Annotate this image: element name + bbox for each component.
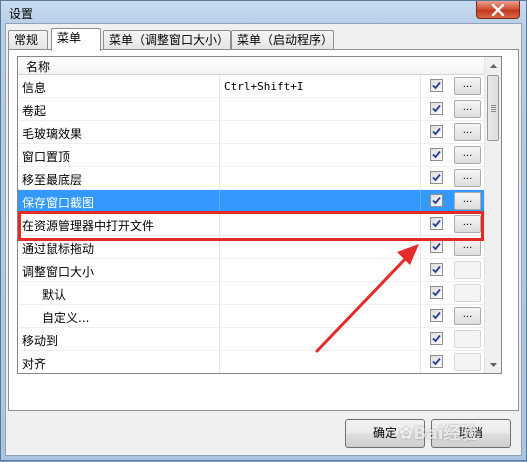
item-options-button[interactable]: ...: [454, 238, 481, 256]
item-options-button[interactable]: ...: [454, 353, 481, 371]
list-item[interactable]: 移至最底层...: [18, 167, 484, 190]
checkmark-icon: [432, 196, 441, 205]
checkmark-icon: [432, 242, 441, 251]
checkmark-icon: [432, 288, 441, 297]
item-enabled-checkbox[interactable]: [430, 217, 443, 230]
tab-menu[interactable]: 菜单: [51, 28, 101, 51]
cancel-button[interactable]: 取消: [431, 419, 511, 448]
item-enabled-checkbox[interactable]: [430, 102, 443, 115]
item-options-button[interactable]: ...: [454, 261, 481, 279]
close-button[interactable]: [476, 1, 520, 19]
list-item[interactable]: 毛玻璃效果...: [18, 121, 484, 144]
list-item[interactable]: 信息 Ctrl+Shift+I...: [18, 75, 484, 98]
item-name: 窗口置顶: [22, 150, 71, 164]
scroll-up-button[interactable]: [485, 57, 501, 74]
arrow-up-icon: [490, 63, 497, 68]
window-title: 设置: [9, 7, 34, 21]
item-name: 对齐: [22, 357, 47, 371]
item-enabled-checkbox[interactable]: [430, 79, 443, 92]
checkmark-icon: [432, 219, 441, 228]
item-options-button[interactable]: ...: [454, 146, 481, 164]
item-enabled-checkbox[interactable]: [430, 263, 443, 276]
item-name: 默认: [42, 288, 67, 302]
checkmark-icon: [432, 173, 441, 182]
item-options-button[interactable]: ...: [454, 192, 481, 210]
checkmark-icon: [432, 357, 441, 366]
item-name: 移动到: [22, 334, 59, 348]
tab-strip: 常规 菜单 菜单（调整窗口大小） 菜单（启动程序）: [8, 28, 518, 51]
ok-button[interactable]: 确定: [345, 419, 425, 448]
item-name: 保存窗口截图: [22, 196, 95, 210]
item-enabled-checkbox[interactable]: [430, 309, 443, 322]
list-item[interactable]: 对齐...: [18, 351, 484, 373]
item-options-button[interactable]: ...: [454, 77, 481, 95]
item-name: 信息: [22, 81, 47, 95]
tab-menu-resize[interactable]: 菜单（调整窗口大小）: [103, 30, 231, 49]
checkmark-icon: [432, 334, 441, 343]
item-enabled-checkbox[interactable]: [430, 332, 443, 345]
item-options-button[interactable]: ...: [454, 307, 481, 325]
item-enabled-checkbox[interactable]: [430, 355, 443, 368]
list-item[interactable]: 在资源管理器中打开文件...: [18, 213, 484, 236]
tab-menu-launch[interactable]: 菜单（启动程序）: [231, 30, 334, 49]
scroll-down-button[interactable]: [485, 356, 501, 373]
item-enabled-checkbox[interactable]: [430, 286, 443, 299]
item-options-button[interactable]: ...: [454, 100, 481, 118]
item-name: 调整窗口大小: [22, 265, 95, 279]
checkmark-icon: [432, 311, 441, 320]
tab-general[interactable]: 常规: [8, 30, 48, 49]
item-enabled-checkbox[interactable]: [430, 125, 443, 138]
list-item[interactable]: 通过鼠标拖动...: [18, 236, 484, 259]
settings-window: 设置 常规 菜单 菜单（调整窗口大小） 菜单（启动程序） 名称 信息 Ctrl+S…: [0, 0, 527, 461]
item-enabled-checkbox[interactable]: [430, 240, 443, 253]
list-item[interactable]: 调整窗口大小...: [18, 259, 484, 282]
item-options-button[interactable]: ...: [454, 169, 481, 187]
checkmark-icon: [432, 127, 441, 136]
item-name: 毛玻璃效果: [22, 127, 83, 141]
column-header-name: 名称: [26, 60, 51, 74]
item-name: 在资源管理器中打开文件: [22, 219, 155, 233]
list-item[interactable]: 卷起...: [18, 98, 484, 121]
item-options-button[interactable]: ...: [454, 284, 481, 302]
vertical-scrollbar[interactable]: [484, 57, 501, 373]
item-name: 移至最底层: [22, 173, 83, 187]
list-item[interactable]: 自定义......: [18, 305, 484, 328]
list-header[interactable]: 名称: [18, 57, 484, 75]
list-item[interactable]: 保存窗口截图...: [18, 190, 484, 213]
close-icon: [491, 3, 505, 16]
item-options-button[interactable]: ...: [454, 123, 481, 141]
list-item[interactable]: 移动到...: [18, 328, 484, 351]
item-name: 通过鼠标拖动: [22, 242, 95, 256]
checkmark-icon: [432, 150, 441, 159]
checkmark-icon: [432, 104, 441, 113]
item-name: 自定义...: [42, 311, 90, 325]
list-item[interactable]: 默认...: [18, 282, 484, 305]
item-options-button[interactable]: ...: [454, 215, 481, 233]
item-enabled-checkbox[interactable]: [430, 171, 443, 184]
scroll-thumb[interactable]: [487, 75, 499, 141]
item-enabled-checkbox[interactable]: [430, 194, 443, 207]
item-options-button[interactable]: ...: [454, 330, 481, 348]
checkmark-icon: [432, 265, 441, 274]
item-enabled-checkbox[interactable]: [430, 148, 443, 161]
arrow-down-icon: [490, 362, 497, 367]
title-bar[interactable]: 设置: [1, 1, 526, 23]
item-shortcut: Ctrl+Shift+I: [224, 80, 304, 93]
menu-item-list[interactable]: 名称 信息 Ctrl+Shift+I... 卷起... 毛玻璃效果... 窗口置顶...…: [17, 56, 502, 374]
item-name: 卷起: [22, 104, 47, 118]
list-item[interactable]: 窗口置顶...: [18, 144, 484, 167]
checkmark-icon: [432, 81, 441, 90]
